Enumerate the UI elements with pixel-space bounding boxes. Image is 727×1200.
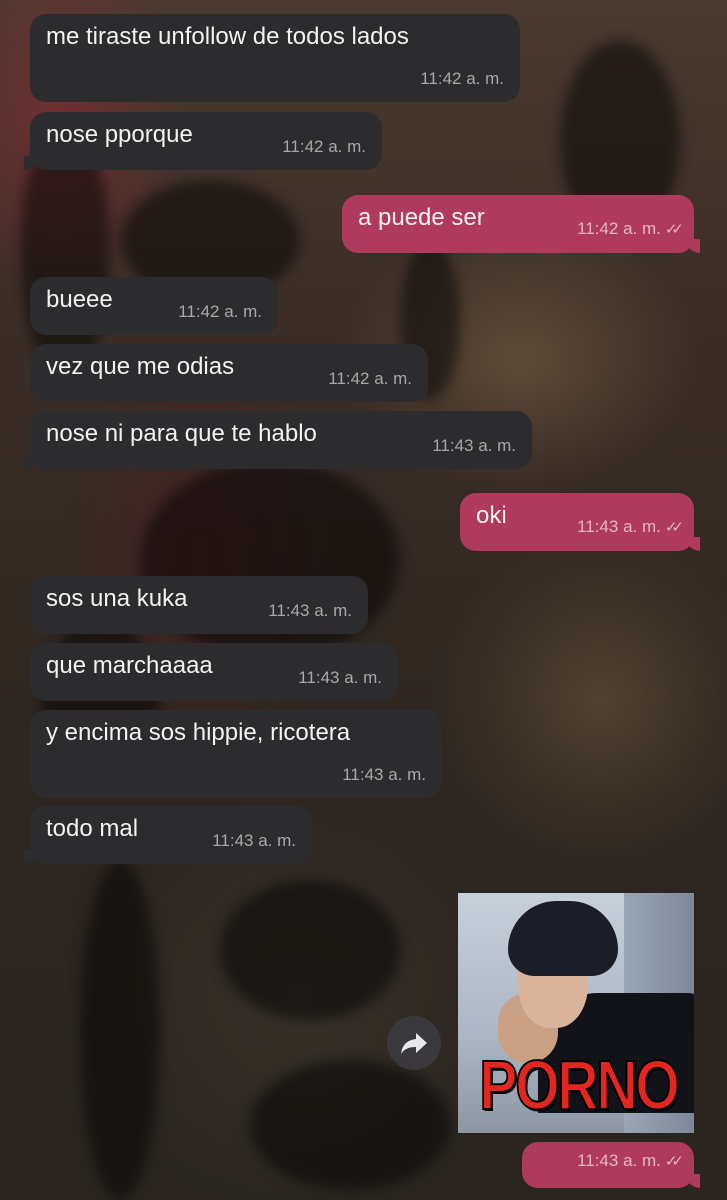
double-check-icon: ✓✓ [664, 221, 684, 238]
double-check-icon: ✓✓ [664, 519, 684, 536]
incoming-message[interactable]: todo mal 11:43 a. m. [24, 806, 312, 864]
incoming-message[interactable]: vez que me odias 11:42 a. m. [30, 344, 428, 402]
message-text: oki [476, 502, 507, 529]
image-timestamp-pill: 11:43 a. m. ✓✓ [522, 1142, 700, 1188]
message-timestamp: 11:42 a. m. [282, 137, 366, 156]
message-timestamp: 11:42 a. m. [328, 369, 412, 388]
image-attachment[interactable]: PORNO [458, 893, 694, 1133]
incoming-message[interactable]: que marchaaaa 11:43 a. m. [30, 643, 398, 701]
message-timestamp: 11:43 a. m. [577, 517, 661, 536]
image-figure-hair [508, 901, 618, 976]
incoming-message[interactable]: me tiraste unfollow de todos lados 11:42… [30, 14, 520, 102]
message-text: nose pporque [46, 121, 193, 148]
incoming-message[interactable]: nose ni para que te hablo 11:43 a. m. [24, 411, 532, 469]
message-text: y encima sos hippie, ricotera [46, 719, 351, 746]
forward-button[interactable] [387, 1016, 441, 1070]
message-timestamp: 11:43 a. m. [212, 831, 296, 850]
message-timestamp-group: 11:43 a. m. ✓✓ [577, 1146, 684, 1177]
message-timestamp: 11:43 a. m. [298, 668, 382, 687]
message-timestamp-group: 11:42 a. m. ✓✓ [577, 214, 684, 245]
forward-icon [401, 1033, 427, 1054]
message-text: vez que me odias [46, 353, 235, 380]
message-timestamp: 11:43 a. m. [268, 601, 352, 620]
message-timestamp: 11:42 a. m. [420, 69, 504, 88]
message-text: nose ni para que te hablo [46, 420, 317, 447]
message-text: que marchaaaa [46, 652, 213, 679]
image-caption-text: PORNO [478, 1045, 680, 1125]
message-text: sos una kuka [46, 585, 188, 612]
message-text: todo mal [46, 815, 139, 842]
outgoing-message[interactable]: a puede ser 11:42 a. m. ✓✓ [342, 195, 700, 253]
message-timestamp: 11:42 a. m. [577, 219, 661, 238]
message-timestamp: 11:43 a. m. [432, 436, 516, 455]
message-text: a puede ser [358, 204, 485, 231]
message-text: me tiraste unfollow de todos lados [46, 23, 409, 50]
message-timestamp: 11:42 a. m. [178, 302, 262, 321]
message-timestamp: 11:43 a. m. [577, 1151, 661, 1170]
message-timestamp-group: 11:43 a. m. ✓✓ [577, 512, 684, 543]
incoming-message[interactable]: nose pporque 11:42 a. m. [24, 112, 382, 170]
message-text: bueee [46, 286, 113, 313]
incoming-message[interactable]: bueee 11:42 a. m. [30, 277, 278, 335]
double-check-icon: ✓✓ [664, 1153, 684, 1170]
outgoing-message[interactable]: oki 11:43 a. m. ✓✓ [460, 493, 700, 551]
incoming-message[interactable]: y encima sos hippie, ricotera 11:43 a. m… [30, 710, 442, 798]
message-timestamp: 11:43 a. m. [342, 765, 426, 784]
incoming-message[interactable]: sos una kuka 11:43 a. m. [30, 576, 368, 634]
